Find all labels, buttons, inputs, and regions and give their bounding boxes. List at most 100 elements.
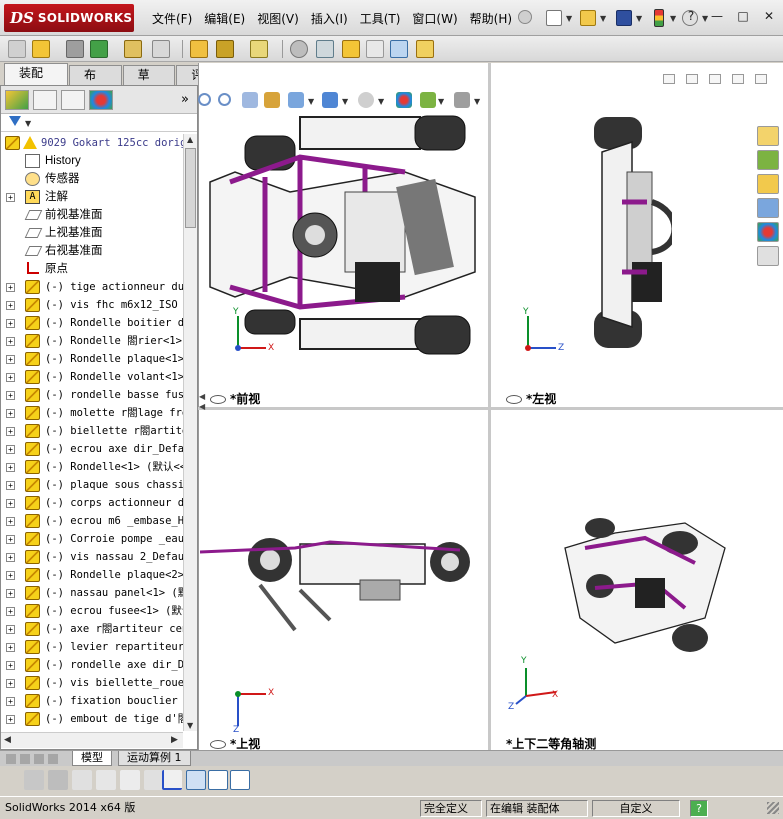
expand-icon[interactable]: + <box>6 625 15 634</box>
expand-icon[interactable]: + <box>6 661 15 670</box>
appearances-scenes-icon[interactable] <box>757 222 779 242</box>
tree-item-component[interactable]: + (-) vis fhc m6x12_ISO 7 <box>1 296 183 314</box>
panel-collapse-arrow[interactable]: ◀ <box>199 392 205 401</box>
two-view-vertical-icon[interactable] <box>230 770 250 790</box>
move-component-icon[interactable] <box>152 40 170 58</box>
zoom-to-area-icon[interactable] <box>218 93 231 106</box>
scroll-right-arrow[interactable]: ▶ <box>171 735 178 745</box>
expand-icon[interactable]: + <box>6 715 15 724</box>
assembly-features-icon[interactable] <box>216 40 234 58</box>
tree-item-component[interactable]: + (-) rondelle axe dir_De <box>1 656 183 674</box>
section-view-icon[interactable] <box>264 92 280 108</box>
menu-tools[interactable]: 工具(T) <box>354 10 407 27</box>
expand-icon[interactable]: + <box>6 535 15 544</box>
link-views-icon[interactable] <box>663 74 675 84</box>
tree-item-component[interactable]: + (-) Rondelle plaque<2> <box>1 566 183 584</box>
tab-nav-next-icon[interactable] <box>34 754 44 764</box>
view-palette-icon[interactable] <box>757 198 779 218</box>
property-manager-icon[interactable] <box>33 90 57 110</box>
explode-line-sketch-icon[interactable] <box>366 40 384 58</box>
tree-item-annotations[interactable]: + A 注解 <box>1 188 183 206</box>
hide-show-dropdown[interactable]: ▼ <box>378 97 384 106</box>
tab-nav-last-icon[interactable] <box>48 754 58 764</box>
expand-icon[interactable]: + <box>6 517 15 526</box>
expand-icon[interactable]: + <box>6 679 15 688</box>
panel-collapse-arrow[interactable]: ◀ <box>199 402 205 411</box>
wireframe-icon[interactable] <box>120 770 140 790</box>
tree-item-component[interactable]: + (-) molette r閤lage fre <box>1 404 183 422</box>
expand-icon[interactable]: + <box>6 319 15 328</box>
maximize-icon[interactable]: □ <box>735 8 751 24</box>
filter-dropdown-arrow[interactable]: ▼ <box>25 119 31 128</box>
exploded-view-icon[interactable] <box>342 40 360 58</box>
tree-item-component[interactable]: + (-) levier repartiteur< <box>1 638 183 656</box>
expand-icon[interactable]: + <box>6 697 15 706</box>
tree-item-component[interactable]: + (-) biellette r閤artite <box>1 422 183 440</box>
tree-item-component[interactable]: + (-) ecrou fusee<1> (默认 <box>1 602 183 620</box>
apply-scene-icon[interactable] <box>420 92 436 108</box>
expand-icon[interactable]: + <box>6 481 15 490</box>
display-manager-icon[interactable] <box>89 90 113 110</box>
expand-icon[interactable]: + <box>6 571 15 580</box>
status-help-icon[interactable]: ? <box>690 800 708 817</box>
viewport-close-icon[interactable] <box>755 74 767 84</box>
tree-item-component[interactable]: + (-) tige actionneur du <box>1 278 183 296</box>
tree-item-component[interactable]: + (-) fixation bouclier 1 <box>1 692 183 710</box>
bill-of-materials-icon[interactable] <box>316 40 334 58</box>
display-style-icon[interactable] <box>322 92 338 108</box>
tree-item-right-plane[interactable]: 右视基准面 <box>1 242 183 260</box>
expand-icon[interactable]: + <box>6 409 15 418</box>
custom-properties-icon[interactable] <box>757 246 779 266</box>
tab-assembly[interactable]: 装配体 <box>4 63 68 99</box>
status-custom-units[interactable]: 自定义 <box>592 800 680 817</box>
scroll-down-arrow[interactable]: ▼ <box>187 721 193 730</box>
filter-icon[interactable] <box>9 116 21 128</box>
insert-components-icon[interactable] <box>32 40 50 58</box>
mate-icon[interactable] <box>66 40 84 58</box>
hide-show-items-icon[interactable] <box>358 92 374 108</box>
hidden-lines-visible-icon[interactable] <box>96 770 116 790</box>
menu-insert[interactable]: 插入(I) <box>305 10 354 27</box>
pin-icon[interactable] <box>518 10 532 24</box>
view-settings-dropdown[interactable]: ▼ <box>474 97 480 106</box>
expand-icon[interactable]: + <box>6 427 15 436</box>
tab-sketch[interactable]: 草图 <box>122 65 176 101</box>
tree-item-front-plane[interactable]: 前视基准面 <box>1 206 183 224</box>
viewport-label-front[interactable]: *前视 <box>210 390 260 407</box>
tree-item-component[interactable]: + (-) nassau panel<1> (默 <box>1 584 183 602</box>
minimize-icon[interactable]: — <box>709 8 725 24</box>
tree-item-component[interactable]: + (-) Rondelle boitier de <box>1 314 183 332</box>
tree-item-component[interactable]: + (-) ecrou m6 _embase_He <box>1 512 183 530</box>
expand-icon[interactable]: + <box>6 643 15 652</box>
single-view-icon[interactable] <box>186 770 206 790</box>
tree-item-component[interactable]: + (-) Rondelle<1> (默认<< <box>1 458 183 476</box>
design-library-icon[interactable] <box>757 150 779 170</box>
tree-item-history[interactable]: History <box>1 152 183 170</box>
expand-icon[interactable]: + <box>6 589 15 598</box>
solidworks-logo[interactable]: DS SOLIDWORKS <box>4 4 134 32</box>
tree-item-component[interactable]: + (-) corps actionneur du <box>1 494 183 512</box>
expand-icon[interactable]: + <box>6 283 15 292</box>
expand-icon[interactable]: + <box>6 337 15 346</box>
tree-item-component[interactable]: + (-) Rondelle plaque<1> <box>1 350 183 368</box>
smart-fasteners-icon[interactable] <box>124 40 142 58</box>
menu-view[interactable]: 视图(V) <box>251 10 305 27</box>
save-dropdown-arrow[interactable]: ▼ <box>636 14 642 23</box>
viewport-splitter-horizontal[interactable] <box>198 407 783 410</box>
save-icon[interactable] <box>616 10 632 26</box>
reference-geometry-icon[interactable] <box>250 40 268 58</box>
tree-item-component[interactable]: + (-) vis biellette_roue_ <box>1 674 183 692</box>
menu-file[interactable]: 文件(F) <box>146 10 198 27</box>
expand-icon[interactable]: + <box>6 499 15 508</box>
open-dropdown-arrow[interactable]: ▼ <box>600 14 606 23</box>
new-document-icon[interactable] <box>546 10 562 26</box>
display-style-dropdown[interactable]: ▼ <box>342 97 348 106</box>
menu-window[interactable]: 窗口(W) <box>406 10 463 27</box>
solidworks-resources-icon[interactable] <box>757 126 779 146</box>
tab-nav-first-icon[interactable] <box>6 754 16 764</box>
tab-model[interactable]: 模型 <box>72 751 112 766</box>
instant3d-icon[interactable] <box>390 40 408 58</box>
configuration-manager-icon[interactable] <box>61 90 85 110</box>
tree-item-component[interactable]: + (-) Corroie pompe _eau< <box>1 530 183 548</box>
expand-icon[interactable]: + <box>6 301 15 310</box>
